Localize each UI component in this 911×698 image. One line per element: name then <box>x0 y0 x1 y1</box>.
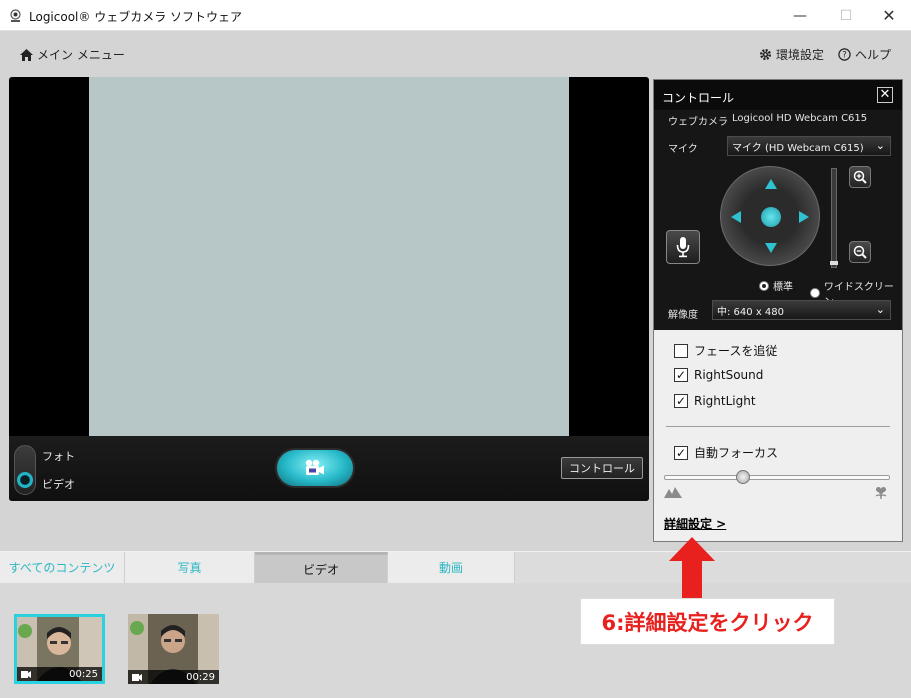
video-control-bar: フォト ビデオ コントロール <box>9 436 649 501</box>
controls-button[interactable]: コントロール <box>561 457 643 479</box>
resolution-select[interactable]: 中: 640 x 480 ⌄ <box>712 300 891 320</box>
gear-icon <box>759 49 771 60</box>
landscape-icon <box>664 487 682 498</box>
gallery-tabs: すべてのコンテンツ 写真 ビデオ 動画 <box>0 551 911 583</box>
tab-photos[interactable]: 写真 <box>125 552 255 583</box>
controls-options-section: フェースを追従 ✓ RightSound ✓ RightLight ✓ 自動フォ… <box>654 330 902 541</box>
pan-right-button[interactable] <box>799 211 809 223</box>
face-tracking-option[interactable]: フェースを追従 <box>674 342 777 359</box>
advanced-settings-link[interactable]: 詳細設定 > <box>664 515 726 532</box>
camera-preview <box>89 77 569 436</box>
controls-header: コントロール ✕ <box>654 80 902 110</box>
minimize-button[interactable]: — <box>777 0 823 31</box>
microphone-icon <box>676 237 690 258</box>
rightsound-checkbox[interactable]: ✓ <box>674 368 688 382</box>
rightsound-label: RightSound <box>694 368 764 382</box>
resolution-label: 解像度 <box>668 310 698 321</box>
video-icon <box>132 674 142 681</box>
focus-slider[interactable] <box>664 475 890 480</box>
toggle-knob <box>17 472 33 488</box>
rightlight-checkbox[interactable]: ✓ <box>674 394 688 408</box>
video-mode-label: ビデオ <box>42 478 75 491</box>
pan-tilt-pad <box>720 166 820 266</box>
main-menu-label: メイン メニュー <box>37 48 125 62</box>
zoom-out-button[interactable] <box>849 241 871 263</box>
maximize-button[interactable]: ☐ <box>823 0 869 31</box>
autofocus-option[interactable]: ✓ 自動フォーカス <box>674 444 778 461</box>
mic-label: マイク <box>668 144 698 155</box>
pan-center-button[interactable] <box>761 207 781 227</box>
top-menu-bar: メイン メニュー 環境設定 ? ヘルプ <box>0 32 911 76</box>
zoom-in-icon <box>853 170 867 184</box>
autofocus-checkbox[interactable]: ✓ <box>674 445 688 460</box>
pan-up-button[interactable] <box>765 179 777 189</box>
focus-slider-knob[interactable] <box>736 470 750 484</box>
rightsound-option[interactable]: ✓ RightSound <box>674 368 763 382</box>
chevron-down-icon: ⌄ <box>875 303 885 316</box>
pan-down-button[interactable] <box>765 243 777 253</box>
video-panel: フォト ビデオ コントロール <box>9 77 649 501</box>
home-icon <box>20 48 33 61</box>
webcam-value: Logicool HD Webcam C615 <box>732 113 868 124</box>
controls-dark-section: コントロール ✕ ウェブカメラ Logicool HD Webcam C615 … <box>654 80 902 330</box>
radio-standard[interactable] <box>759 280 769 291</box>
svg-text:?: ? <box>842 51 847 61</box>
microphone-button[interactable] <box>666 230 700 264</box>
tab-video[interactable]: ビデオ <box>255 552 388 583</box>
face-tracking-label: フェースを追従 <box>694 344 778 358</box>
settings-link[interactable]: 環境設定 <box>759 46 824 63</box>
thumbnail-duration: 00:25 <box>69 669 98 680</box>
controls-title: コントロール <box>662 91 735 105</box>
webcam-app-icon <box>10 9 21 22</box>
main-menu-link[interactable]: メイン メニュー <box>20 46 125 63</box>
tab-all-content[interactable]: すべてのコンテンツ <box>0 552 125 583</box>
divider <box>666 426 890 427</box>
rightlight-option[interactable]: ✓ RightLight <box>674 394 756 408</box>
zoom-slider[interactable] <box>830 168 838 268</box>
autofocus-label: 自動フォーカス <box>694 446 779 460</box>
aspect-standard-option[interactable]: 標準 <box>759 278 793 293</box>
video-thumbnail[interactable]: 00:25 <box>14 614 105 684</box>
annotation-callout: 6:詳細設定をクリック <box>580 598 835 645</box>
pan-left-button[interactable] <box>731 211 741 223</box>
resolution-select-value: 中: 640 x 480 <box>717 306 784 318</box>
photo-mode-label: フォト <box>42 450 75 463</box>
help-label: ヘルプ <box>854 48 891 62</box>
video-camera-icon <box>305 459 324 475</box>
macro-flower-icon <box>875 487 887 499</box>
title-bar: Logicool® ウェブカメラ ソフトウェア — ☐ ✕ <box>0 0 911 31</box>
radio-widescreen[interactable] <box>810 288 820 298</box>
help-icon: ? <box>838 48 851 61</box>
record-button[interactable] <box>275 448 355 488</box>
zoom-in-button[interactable] <box>849 166 871 188</box>
annotation-arrow-icon <box>669 537 715 601</box>
zoom-slider-knob[interactable] <box>830 261 838 265</box>
face-tracking-checkbox[interactable] <box>674 343 688 358</box>
aspect-standard-label: 標準 <box>773 282 793 293</box>
mic-select[interactable]: マイク (HD Webcam C615) ⌄ <box>727 136 891 156</box>
close-button[interactable]: ✕ <box>866 0 911 31</box>
photo-video-toggle[interactable] <box>14 445 36 495</box>
controls-close-button[interactable]: ✕ <box>877 87 893 103</box>
zoom-out-icon <box>853 245 867 259</box>
video-icon <box>21 671 31 678</box>
controls-panel: コントロール ✕ ウェブカメラ Logicool HD Webcam C615 … <box>653 79 903 542</box>
window-title: Logicool® ウェブカメラ ソフトウェア <box>29 10 243 24</box>
mic-select-value: マイク (HD Webcam C615) <box>732 142 864 154</box>
tab-movies[interactable]: 動画 <box>388 552 515 583</box>
rightlight-label: RightLight <box>694 394 756 408</box>
settings-label: 環境設定 <box>775 48 824 62</box>
webcam-label: ウェブカメラ <box>668 117 728 128</box>
help-link[interactable]: ? ヘルプ <box>838 46 891 63</box>
video-thumbnail[interactable]: 00:29 <box>128 614 219 684</box>
thumbnail-duration: 00:29 <box>186 672 215 683</box>
chevron-down-icon: ⌄ <box>875 139 885 152</box>
